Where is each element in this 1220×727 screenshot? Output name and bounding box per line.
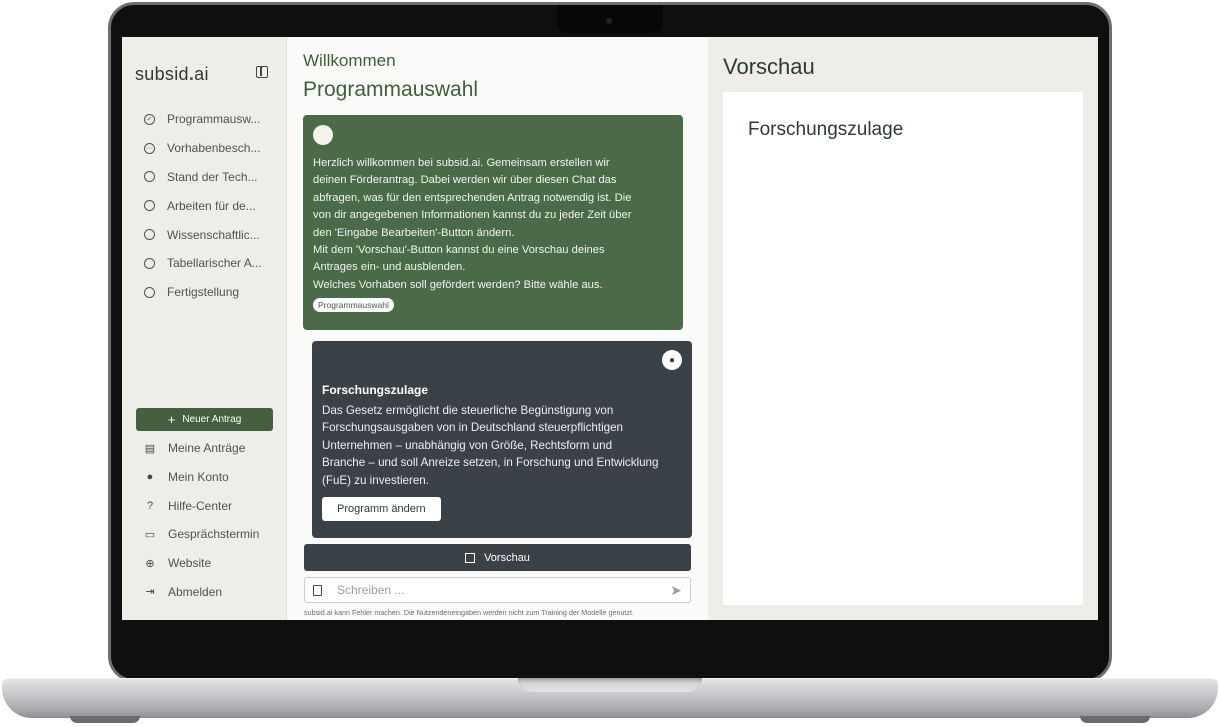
section-title: Programmauswahl (303, 78, 479, 101)
preview-button-label: Vorschau (484, 551, 530, 564)
account-nav: ▤ Meine Anträge ● Mein Konto ? Hilfe-Cen… (144, 434, 260, 606)
attach-file-icon[interactable] (313, 584, 322, 596)
step-label: Vorhabenbesch... (167, 141, 261, 156)
bot-avatar-icon (313, 125, 333, 145)
question-icon: ? (146, 499, 154, 512)
app-screen: subsid.ai ✓ Programmausw... ··· Vorhaben… (122, 37, 1098, 620)
nav-label: Meine Anträge (168, 441, 246, 456)
nav-website[interactable]: ⊕ Website (144, 549, 259, 578)
step-label: Wissenschaftlic... (167, 227, 260, 242)
camera-icon (606, 18, 612, 24)
clipboard-icon: ▤ (144, 442, 156, 455)
step-wissenschaftlich[interactable]: Wissenschaftlic... (144, 220, 262, 249)
user-message-title: Forschungszulage (322, 383, 429, 397)
nav-hilfe-center[interactable]: ? Hilfe-Center (144, 491, 259, 520)
preview-panel: Vorschau Forschungszulage (708, 37, 1098, 620)
brand-suffix: ai (194, 64, 209, 84)
bot-message-line: den 'Eingabe Bearbeiten'-Button ändern. (313, 226, 515, 239)
document-heading: Forschungszulage (748, 119, 904, 140)
step-stand-der-technik[interactable]: Stand der Tech... (144, 163, 262, 192)
preview-icon (465, 552, 476, 563)
message-composer: ➤ (304, 577, 691, 603)
chat-bubbles-icon: ▭ (144, 528, 156, 541)
nav-label: Gesprächstermin (168, 527, 260, 542)
brand-name: subsid (135, 64, 189, 84)
nav-label: Abmelden (168, 584, 223, 599)
bot-message-line: Herzlich willkommen bei subsid.ai. Gemei… (313, 157, 610, 169)
new-application-button[interactable]: + Neuer Antrag (136, 408, 273, 431)
chat-panel: Willkommen Programmauswahl Herzlich will… (287, 37, 708, 620)
change-program-button[interactable]: Programm ändern (322, 497, 441, 522)
sidebar: subsid.ai ✓ Programmausw... ··· Vorhaben… (122, 37, 287, 620)
nav-mein-konto[interactable]: ● Mein Konto (144, 463, 259, 492)
preview-toggle-button[interactable]: Vorschau (304, 544, 691, 571)
step-vorhabenbeschreibung[interactable]: ··· Vorhabenbesch... (144, 134, 262, 163)
step-tabellarisch[interactable]: Tabellarischer A... (144, 249, 262, 278)
nav-meine-antraege[interactable]: ▤ Meine Anträge (144, 434, 259, 463)
user-message-line: Branche – und soll Anreize setzen, in Fo… (322, 456, 659, 470)
user-message-line: Unternehmen – unabhängig von Größe, Rech… (322, 438, 613, 452)
laptop-foot-right (1080, 716, 1150, 723)
logout-icon: ⇥ (145, 586, 155, 599)
bot-message: Herzlich willkommen bei subsid.ai. Gemei… (303, 115, 683, 330)
circle-icon (144, 171, 155, 183)
bot-message-line: Antrages ein- und ausblenden. (313, 261, 466, 274)
user-message-body: Das Gesetz ermöglicht die steuerliche Be… (322, 402, 682, 489)
user-icon: ● (146, 471, 154, 484)
step-programmauswahl[interactable]: ✓ Programmausw... (144, 105, 262, 134)
bot-message-line: Welches Vorhaben soll gefördert werden? … (313, 278, 603, 291)
step-label: Arbeiten für de... (167, 198, 256, 213)
user-message-line: Das Gesetz ermöglicht die steuerliche Be… (322, 404, 614, 417)
circle-icon (144, 286, 155, 298)
dots-circle-icon: ··· (144, 142, 155, 154)
laptop-base-notch (518, 678, 702, 692)
nav-label: Website (168, 556, 212, 571)
user-message: ● Forschungszulage Das Gesetz ermöglicht… (312, 341, 692, 538)
user-message-line: Forschungsausgaben von in Deutschland st… (322, 421, 623, 435)
plus-icon: + (167, 412, 176, 427)
user-message-line: (FuE) zu investieren. (322, 473, 429, 487)
bot-message-line: Mit dem 'Vorschau'-Button kannst du eine… (313, 244, 605, 257)
message-input[interactable] (337, 583, 671, 597)
check-circle-icon: ✓ (144, 113, 155, 125)
bot-message-line: abfragen, was für den entsprechenden Ant… (313, 191, 632, 204)
user-avatar-icon: ● (662, 350, 682, 370)
bot-message-line: von dir angegebenen Informationen kannst… (313, 209, 632, 222)
laptop-foot-left (70, 716, 140, 723)
welcome-heading: Willkommen (303, 51, 396, 70)
step-arbeiten[interactable]: Arbeiten für de... (144, 191, 262, 220)
circle-icon (144, 257, 155, 269)
preview-document: Forschungszulage (723, 92, 1083, 605)
step-label: Fertigstellung (167, 285, 240, 300)
nav-abmelden[interactable]: ⇥ Abmelden (144, 577, 259, 606)
bot-message-line: deinen Förderantrag. Dabei werden wir üb… (313, 174, 617, 187)
step-label: Stand der Tech... (167, 169, 258, 184)
globe-icon: ⊕ (145, 557, 155, 570)
disclaimer-text: subsid.ai kann Fehler machen. Die Nutzen… (304, 608, 635, 617)
sidebar-toggle-icon[interactable] (256, 66, 268, 78)
circle-icon (144, 200, 155, 212)
step-fertigstellung[interactable]: Fertigstellung (144, 278, 262, 307)
preview-title: Vorschau (723, 54, 815, 79)
nav-gespraechstermin[interactable]: ▭ Gesprächstermin (144, 520, 260, 549)
nav-label: Mein Konto (168, 470, 229, 485)
send-icon[interactable]: ➤ (670, 582, 682, 599)
programmauswahl-chip[interactable]: Programmauswahl (313, 298, 394, 313)
progress-steps: ✓ Programmausw... ··· Vorhabenbesch... S… (144, 105, 262, 307)
step-label: Tabellarischer A... (167, 256, 262, 271)
new-application-label: Neuer Antrag (182, 414, 242, 425)
step-label: Programmausw... (167, 112, 261, 127)
brand-logo[interactable]: subsid.ai (135, 64, 209, 85)
circle-icon (144, 229, 155, 241)
nav-label: Hilfe-Center (168, 498, 233, 513)
